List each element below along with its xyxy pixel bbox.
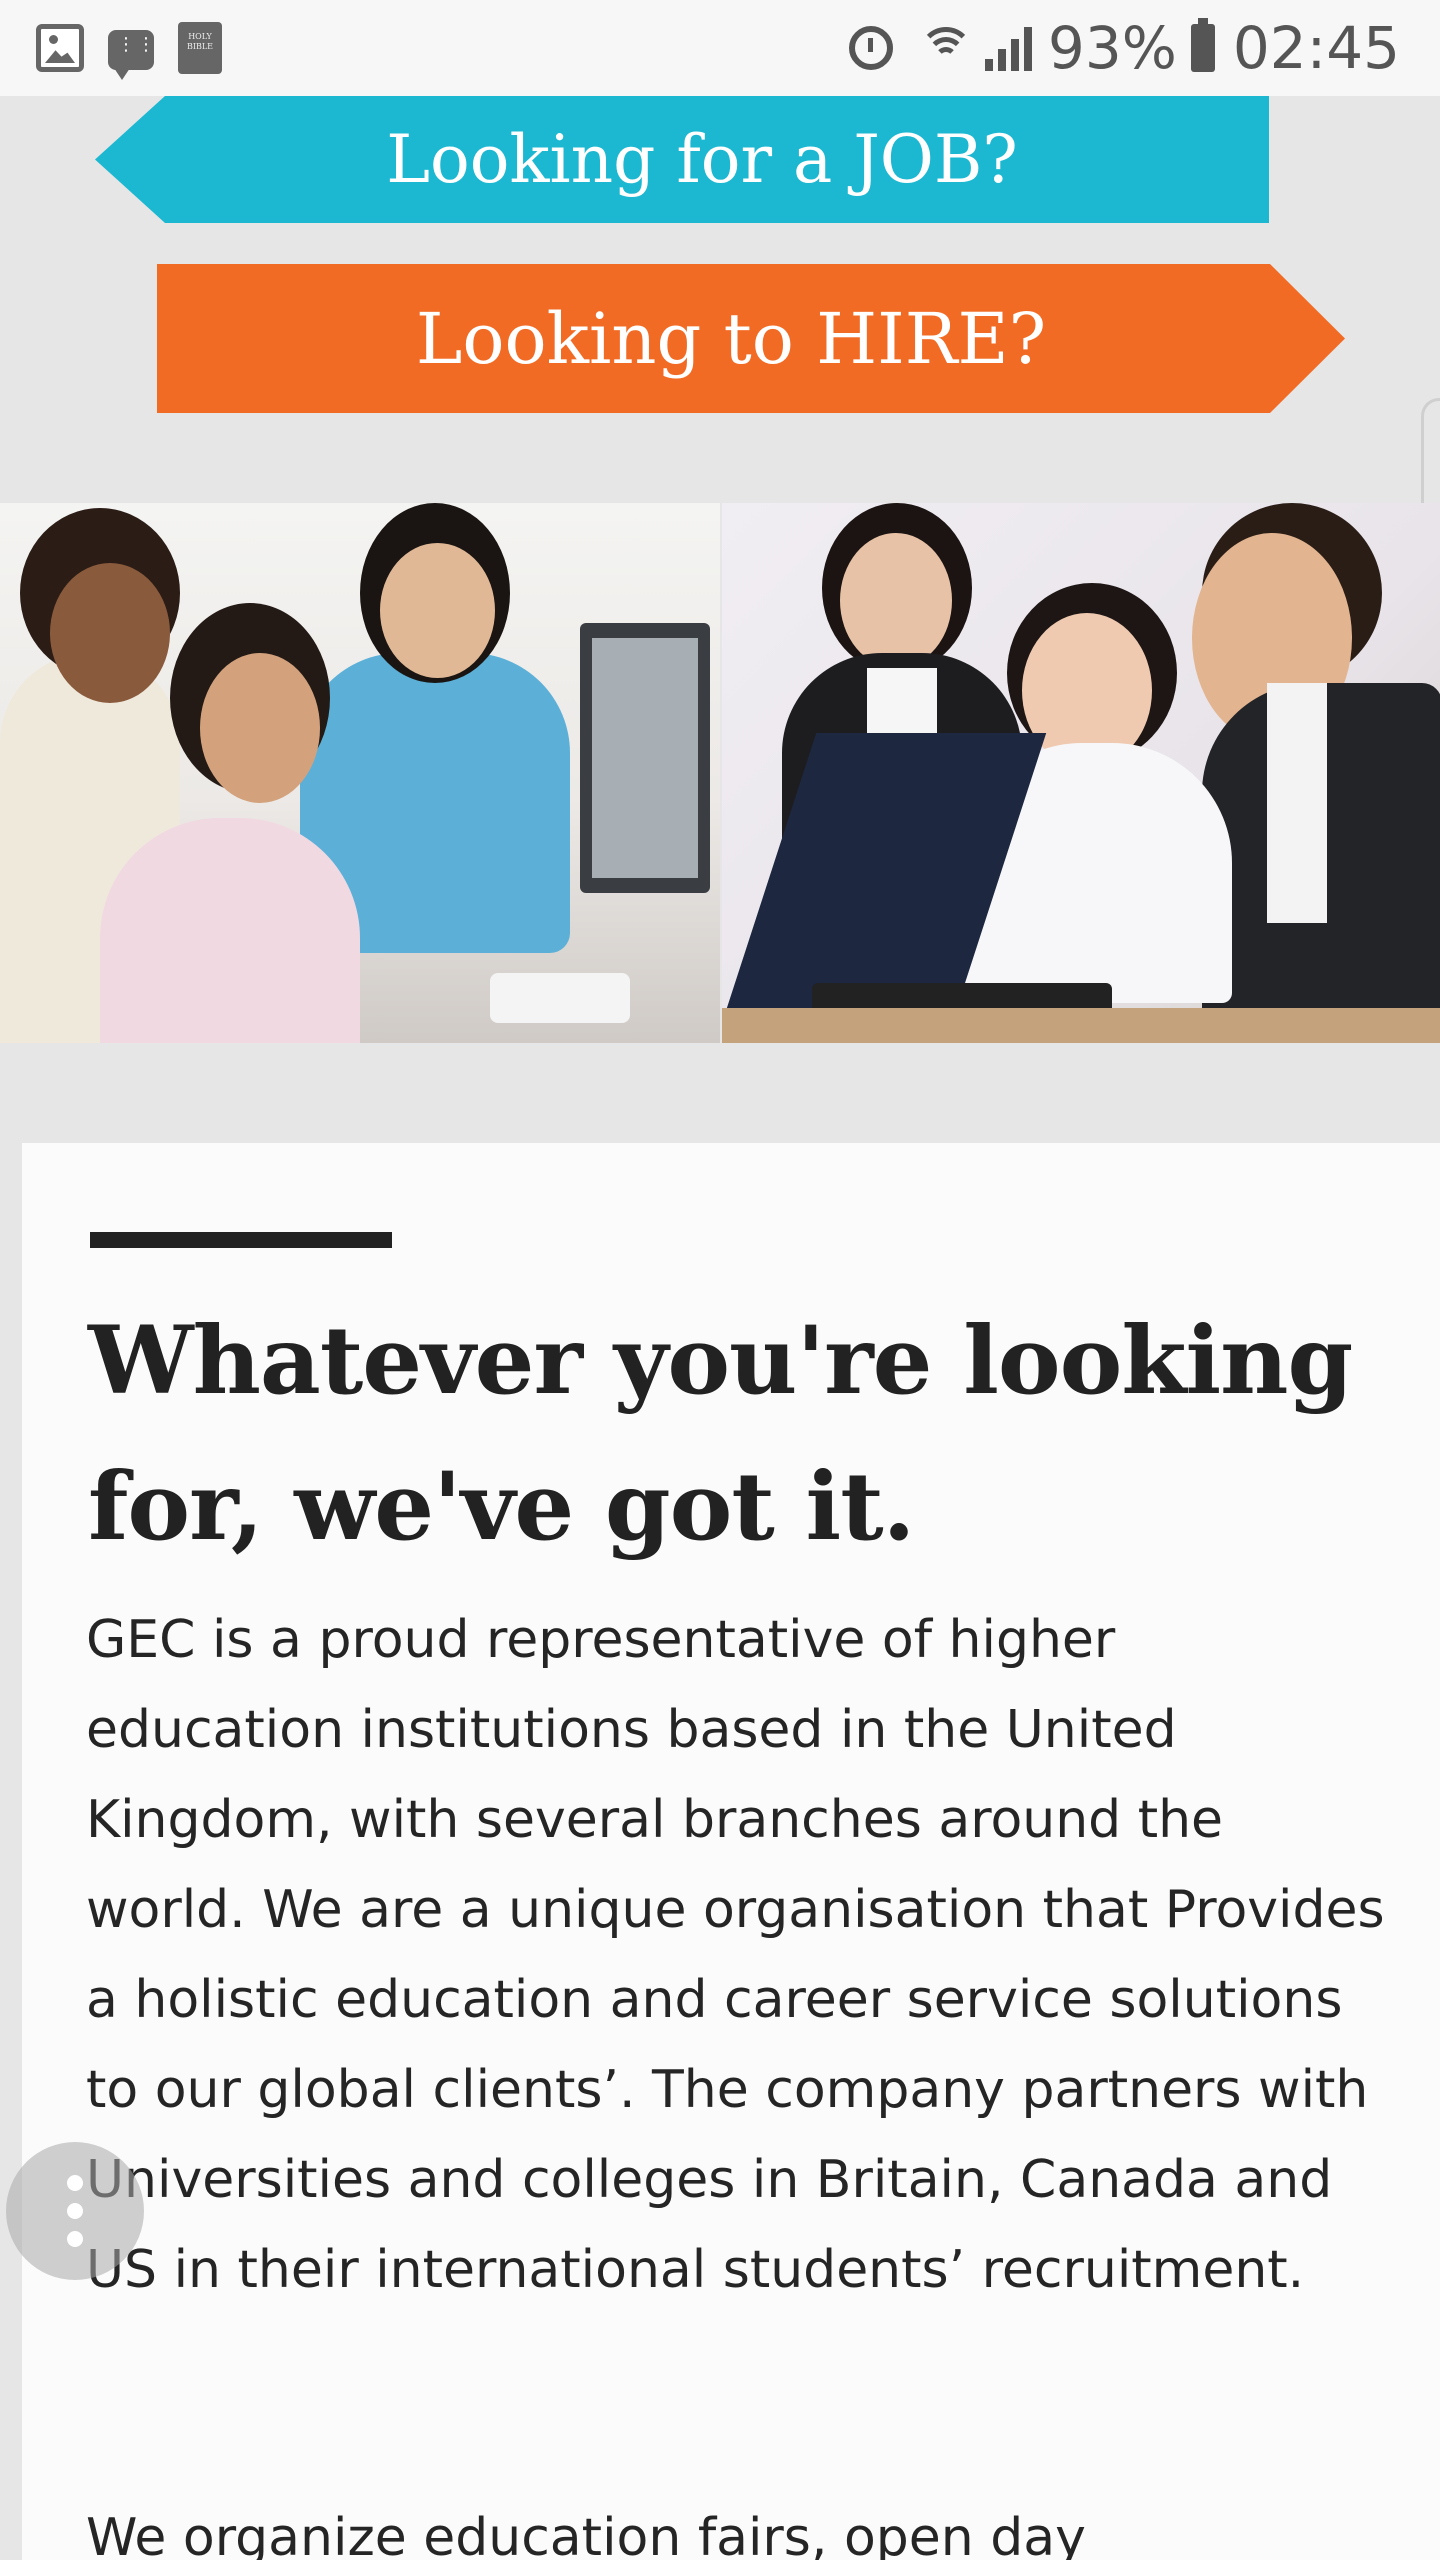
looking-for-job-button[interactable]: Looking for a JOB?	[95, 96, 1269, 223]
signal-icon	[984, 25, 1032, 71]
section-headline: Whatever you're looking for, we've got i…	[88, 1306, 1353, 1562]
professionals-at-laptop-photo	[722, 503, 1440, 1043]
more-vert-dot	[67, 2231, 83, 2247]
status-bar: HOLY BIBLE 93% 02:45	[0, 0, 1440, 96]
looking-to-hire-label: Looking to HIRE?	[415, 297, 1047, 380]
about-section: Whatever you're looking for, we've got i…	[22, 1143, 1440, 2560]
wifi-icon	[918, 25, 973, 71]
more-vert-dot	[67, 2203, 83, 2219]
students-at-computer-photo	[0, 503, 720, 1043]
message-icon	[108, 30, 157, 80]
screen: HOLY BIBLE 93% 02:45 Looking for a JOB? …	[0, 0, 1440, 2560]
about-paragraph: GEC is a proud representative of higher …	[86, 1610, 1385, 2300]
floating-menu-button[interactable]	[6, 2142, 144, 2280]
battery-icon	[1190, 18, 1215, 72]
alarm-icon	[848, 26, 893, 70]
title-accent-rule	[90, 1232, 392, 1248]
clock: 02:45	[1232, 14, 1400, 82]
notification-icons: HOLY BIBLE	[36, 22, 222, 80]
looking-to-hire-button[interactable]: Looking to HIRE?	[157, 264, 1345, 413]
battery-percent: 93%	[1047, 14, 1177, 82]
looking-for-job-label: Looking for a JOB?	[386, 121, 1018, 198]
about-paragraph-2: We organize education fairs, open day	[86, 2508, 1086, 2560]
image-icon	[36, 24, 84, 72]
system-status: 93% 02:45	[848, 14, 1400, 82]
bible-app-icon: HOLY BIBLE	[178, 22, 222, 74]
more-vert-icon	[67, 2175, 83, 2191]
